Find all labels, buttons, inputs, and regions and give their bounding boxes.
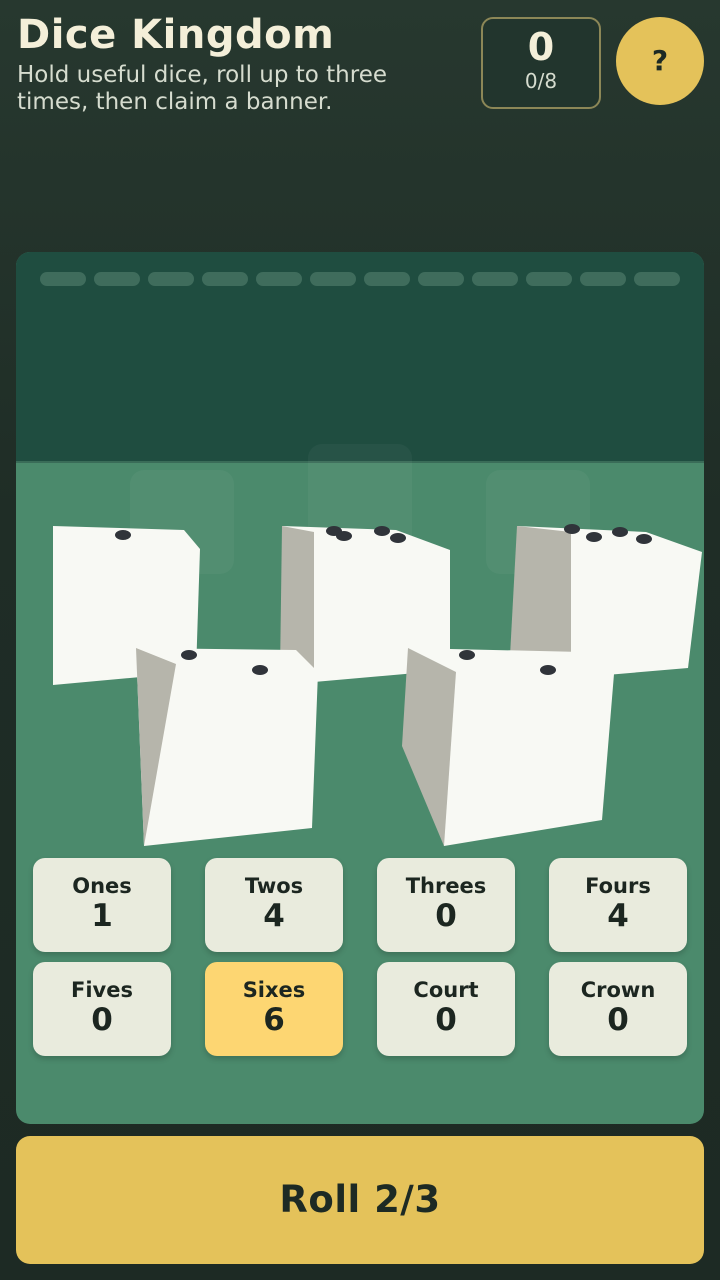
category-court[interactable]: Court 0 [377,962,515,1056]
category-crown[interactable]: Crown 0 [549,962,687,1056]
category-twos[interactable]: Twos 4 [205,858,343,952]
category-label: Court [413,978,479,1002]
category-score: 6 [263,1002,285,1038]
category-score: 1 [91,898,113,934]
die-4[interactable] [136,648,318,846]
score-panel: 0 0/8 [481,17,601,109]
category-ones[interactable]: Ones 1 [33,858,171,952]
die-5[interactable] [402,648,614,846]
category-grid: Ones 1 Twos 4 Threes 0 Fours 4 Fives 0 Sixes 6 Court… [33,858,687,1056]
category-label: Threes [405,874,487,898]
category-label: Crown [580,978,656,1002]
category-score: 4 [263,898,285,934]
category-score: 0 [91,1002,113,1038]
die-pip [252,665,268,675]
die-pip [115,530,131,540]
category-score: 0 [435,898,457,934]
die-pip [374,526,390,536]
game-subtitle: Hold useful dice, roll up to three times… [17,62,388,115]
die-pip [459,650,475,660]
die-pip [564,524,580,534]
die-pip [336,531,352,541]
category-score: 4 [607,898,629,934]
dice-board: Ones 1 Twos 4 Threes 0 Fours 4 Fives 0 Sixes 6 Court… [16,252,704,1124]
die-pip [390,533,406,543]
category-threes[interactable]: Threes 0 [377,858,515,952]
die-pip [612,527,628,537]
category-score: 0 [435,1002,457,1038]
category-label: Fours [585,874,651,898]
category-score: 0 [607,1002,629,1038]
game-title: Dice Kingdom [17,12,335,58]
roll-button[interactable]: Roll 2/3 [16,1136,704,1264]
die-pip [636,534,652,544]
category-label: Fives [71,978,133,1002]
category-sixes[interactable]: Sixes 6 [205,962,343,1056]
category-label: Twos [244,874,304,898]
die-pip [586,532,602,542]
die-side [510,526,571,672]
score-value: 0 [527,25,555,69]
category-fours[interactable]: Fours 4 [549,858,687,952]
banners-progress: 0/8 [524,69,558,93]
help-button[interactable]: ? [616,17,704,105]
category-fives[interactable]: Fives 0 [33,962,171,1056]
die-pip [181,650,197,660]
category-label: Ones [72,874,132,898]
die-pip [540,665,556,675]
category-label: Sixes [242,978,306,1002]
